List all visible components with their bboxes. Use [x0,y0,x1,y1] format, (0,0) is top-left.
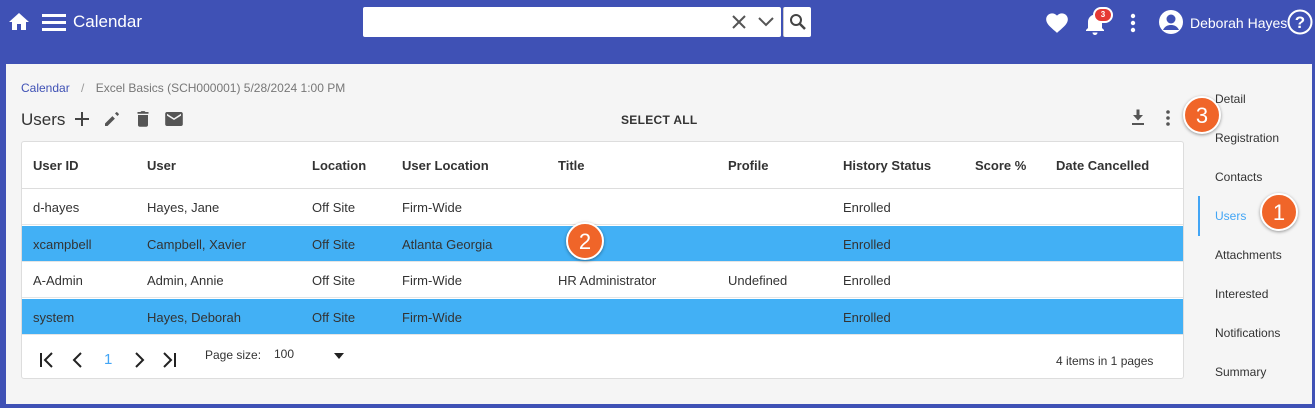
column-header-title[interactable]: Title [558,158,585,173]
cell-user-id: system [33,309,75,325]
cell-history-status: Enrolled [843,309,891,325]
next-page-icon[interactable] [129,350,149,370]
help-icon[interactable]: ? [1287,9,1313,35]
add-icon[interactable] [72,109,92,129]
svg-text:?: ? [1295,13,1305,32]
home-icon[interactable] [7,10,31,34]
cell-user-location: Firm-Wide [402,309,462,325]
previous-page-icon[interactable] [68,350,88,370]
current-page[interactable]: 1 [104,351,112,368]
download-icon[interactable] [1129,108,1147,128]
sidenav-item-summary[interactable]: Summary [1215,365,1266,379]
heart-icon[interactable] [1044,10,1070,34]
column-header-user[interactable]: User [147,158,176,173]
users-table: User ID User Location User Location Titl… [21,141,1184,379]
cell-location: Off Site [312,200,356,215]
cell-history-status: Enrolled [843,273,891,288]
cell-user: Hayes, Deborah [147,309,241,325]
cell-user-location: Firm-Wide [402,273,462,288]
column-header-date-cancelled[interactable]: Date Cancelled [1056,158,1149,173]
caret-down-icon[interactable] [333,351,345,361]
top-bar: Calendar 3 Deborah Hayes ? [0,0,1315,46]
callout-badge-1: 1 [1260,193,1298,231]
breadcrumb-current: Excel Basics (SCH000001) 5/28/2024 1:00 … [95,81,346,95]
table-header: User ID User Location User Location Titl… [22,142,1183,189]
clear-icon[interactable] [731,14,747,30]
more-vert-icon[interactable] [1127,11,1139,35]
cell-user-location: Atlanta Georgia [402,236,493,252]
sidenav-item-registration[interactable]: Registration [1215,131,1279,145]
column-header-score[interactable]: Score % [975,158,1026,173]
pager-info: 4 items in 1 pages [1056,354,1154,368]
app-title: Calendar [73,12,142,31]
select-all-button[interactable]: SELECT ALL [621,113,698,127]
callout-badge-2: 2 [566,222,604,260]
sidenav-item-users[interactable]: Users [1215,209,1246,223]
column-header-profile[interactable]: Profile [728,158,768,173]
more-vert-icon[interactable] [1163,108,1173,128]
sidenav-item-interested[interactable]: Interested [1215,287,1268,301]
user-name[interactable]: Deborah Hayes [1190,15,1287,31]
email-icon[interactable] [164,109,184,129]
first-page-icon[interactable] [37,350,57,370]
cell-location: Off Site [312,236,356,252]
sidenav-item-notifications[interactable]: Notifications [1215,326,1280,340]
active-indicator [1198,196,1200,236]
delete-icon[interactable] [133,109,153,129]
notification-badge: 3 [1093,7,1113,23]
search-button[interactable] [783,7,811,37]
page-size-label: Page size: [205,348,262,362]
table-row[interactable]: system Hayes, Deborah Off Site Firm-Wide Enr… [22,298,1183,335]
callout-badge-3: 3 [1183,96,1221,134]
table-row[interactable]: A-Admin Admin, Annie Off Site Firm-Wide HR A… [22,262,1183,298]
page-size-select[interactable]: 100 [274,347,294,361]
last-page-icon[interactable] [159,350,179,370]
breadcrumb-link-calendar[interactable]: Calendar [21,81,70,95]
cell-history-status: Enrolled [843,236,891,252]
table-row[interactable]: d-hayes Hayes, Jane Off Site Firm-Wide Enrol… [22,189,1183,225]
column-header-history-status[interactable]: History Status [843,158,931,173]
cell-user-location: Firm-Wide [402,200,462,215]
cell-user: Campbell, Xavier [147,236,246,252]
cell-location: Off Site [312,309,356,325]
cell-user: Hayes, Jane [147,200,220,215]
edit-icon[interactable] [102,109,122,129]
column-header-user-id[interactable]: User ID [33,158,79,173]
avatar-icon[interactable] [1158,9,1184,35]
cell-user-id: A-Admin [33,273,83,288]
sidenav-item-detail[interactable]: Detail [1215,92,1246,106]
hamburger-menu-icon[interactable] [42,12,66,34]
cell-profile: Undefined [728,273,788,288]
cell-user-id: d-hayes [33,200,80,215]
column-header-user-location[interactable]: User Location [402,158,489,173]
breadcrumb: Calendar / Excel Basics (SCH000001) 5/28… [21,81,345,95]
search-input[interactable] [363,7,781,37]
search-icon [790,14,806,30]
cell-user-id: xcampbell [33,236,92,252]
breadcrumb-separator: / [81,81,85,95]
cell-history-status: Enrolled [843,200,891,215]
cell-title: HR Administrator [558,273,657,288]
chevron-down-icon[interactable] [757,14,775,30]
section-title: Users [21,110,66,129]
sidenav-item-contacts[interactable]: Contacts [1215,170,1262,184]
sidenav-item-attachments[interactable]: Attachments [1215,248,1282,262]
cell-user: Admin, Annie [147,273,224,288]
pager: 1 Page size: 100 4 items in 1 pages [22,342,1183,378]
column-header-location[interactable]: Location [312,158,366,173]
cell-location: Off Site [312,273,356,288]
